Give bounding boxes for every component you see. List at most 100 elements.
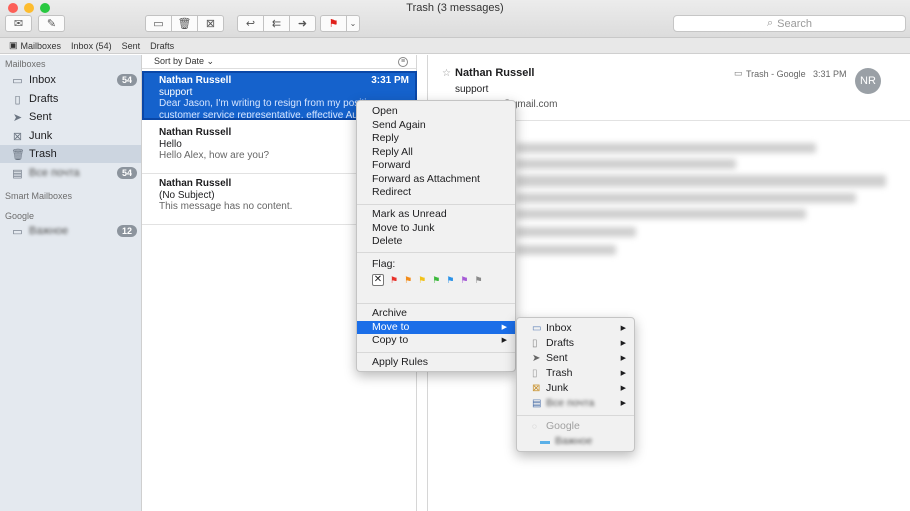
junk-icon: ⊠ <box>12 130 23 143</box>
reader-subject: support <box>455 84 489 95</box>
submenu-arrow-icon: ▶ <box>620 355 626 362</box>
favorites-mailboxes-label: Mailboxes <box>20 40 62 51</box>
sidebar: Mailboxes ▭ Inbox 54 ▯ Drafts ➤ Sent ⊠ J… <box>0 55 142 511</box>
sidebar-section-mailboxes: Mailboxes <box>5 59 46 69</box>
submenu-item-all-mail[interactable]: ▤ Все почта ▶ <box>517 397 634 410</box>
archive-button[interactable]: ▭ <box>145 15 172 32</box>
folder-icon: ▭ <box>734 68 743 78</box>
submenu-item-drafts[interactable]: ▯ Drafts ▶ <box>517 337 634 350</box>
get-mail-button[interactable]: ✉ <box>5 15 32 32</box>
sidebar-item-sent[interactable]: ➤ Sent <box>0 108 141 126</box>
menu-item-mark-unread[interactable]: Mark as Unread <box>357 208 447 221</box>
forward-icon: ➜ <box>297 18 308 30</box>
sidebar-item-trash[interactable]: 🗑 Trash <box>0 145 141 163</box>
compose-button[interactable]: ✎ <box>38 15 65 32</box>
sidebar-section-smart: Smart Mailboxes <box>5 191 73 201</box>
reply-button[interactable]: ↩ <box>237 15 264 32</box>
yellow-flag-icon[interactable]: ⚑ <box>418 275 426 286</box>
menu-item-forward[interactable]: Forward <box>357 159 411 172</box>
avatar: NR <box>855 68 881 94</box>
sent-icon: ➤ <box>532 353 541 364</box>
unread-badge: 54 <box>116 74 137 86</box>
submenu-item-label: Sent <box>546 352 568 364</box>
junk-button[interactable]: ⊠ <box>197 15 224 32</box>
sidebar-item-junk[interactable]: ⊠ Junk <box>0 127 141 145</box>
flag-group: ⚑ ⌄ <box>320 15 360 32</box>
inbox-icon: ▭ <box>12 74 23 87</box>
sidebar-item-label: Junk <box>29 130 53 142</box>
compose-icon: ✎ <box>46 18 57 30</box>
submenu-item-junk[interactable]: ⊠ Junk ▶ <box>517 382 634 395</box>
menu-item-reply[interactable]: Reply <box>357 132 399 145</box>
menu-separator <box>357 252 515 253</box>
submenu-item-label: Junk <box>546 382 569 394</box>
reader-mailbox: Trash - Google <box>746 69 806 79</box>
orange-flag-icon[interactable]: ⚑ <box>404 275 412 286</box>
clear-flag-icon[interactable]: ✕ <box>372 274 384 286</box>
menu-item-open[interactable]: Open <box>357 105 398 118</box>
flag-button[interactable]: ⚑ <box>320 15 347 32</box>
submenu-item-important[interactable]: ▬ Важное <box>517 435 592 448</box>
move-to-submenu: ▭ Inbox ▶ ▯ Drafts ▶ ➤ Sent ▶ ▯ Trash ▶ … <box>516 317 635 452</box>
trash-icon: ▯ <box>532 368 538 379</box>
reader-sender: Nathan Russell <box>455 67 535 79</box>
favorites-sent[interactable]: Sent <box>122 41 141 51</box>
chevron-down-icon: ⌄ <box>349 19 357 28</box>
menu-item-archive[interactable]: Archive <box>357 307 407 320</box>
search-field[interactable]: ⌕ Search <box>673 15 906 32</box>
favorites-drafts[interactable]: Drafts <box>150 41 174 51</box>
menu-item-send-again[interactable]: Send Again <box>357 119 426 132</box>
menu-item-redirect[interactable]: Redirect <box>357 186 411 199</box>
folder-icon: ▭ <box>12 225 23 238</box>
gray-flag-icon[interactable]: ⚑ <box>474 275 482 286</box>
green-flag-icon[interactable]: ⚑ <box>432 275 440 286</box>
reply-all-button[interactable]: ⇇ <box>263 15 290 32</box>
submenu-arrow-icon: ▶ <box>620 400 626 407</box>
red-flag-icon[interactable]: ⚑ <box>390 275 398 286</box>
favorites-mailboxes-button[interactable]: ▣ Mailboxes <box>9 40 61 51</box>
submenu-arrow-icon: ▶ <box>501 324 507 331</box>
trash-button[interactable]: 🗑 <box>171 15 198 32</box>
favorites-inbox[interactable]: Inbox (54) <box>71 41 112 51</box>
menu-item-move-to-junk[interactable]: Move to Junk <box>357 222 434 235</box>
trash-icon: 🗑 <box>11 148 25 161</box>
menu-item-forward-attachment[interactable]: Forward as Attachment <box>357 173 480 186</box>
sidebar-section-google: Google <box>5 211 35 221</box>
purple-flag-icon[interactable]: ⚑ <box>460 275 468 286</box>
sidebar-item-inbox[interactable]: ▭ Inbox 54 <box>0 71 141 89</box>
flag-label: Flag: <box>372 258 396 270</box>
flag-icon: ⚑ <box>328 18 339 30</box>
submenu-arrow-icon: ▶ <box>620 370 626 377</box>
reply-all-icon: ⇇ <box>271 18 282 30</box>
blue-flag-icon[interactable]: ⚑ <box>446 275 454 286</box>
drafts-icon: ▯ <box>532 338 538 349</box>
sidebar-item-all-mail[interactable]: ▤ Все почта 54 <box>0 164 141 182</box>
menu-item-reply-all[interactable]: Reply All <box>357 146 413 159</box>
submenu-item-sent[interactable]: ➤ Sent ▶ <box>517 352 634 365</box>
menu-item-label: Move to <box>372 321 410 333</box>
sidebar-item-important[interactable]: ▭ Важное 12 <box>0 222 141 240</box>
sent-icon: ➤ <box>12 111 23 124</box>
window-title: Trash (3 messages) <box>406 2 504 14</box>
flag-menu-button[interactable]: ⌄ <box>346 15 360 32</box>
submenu-item-label: Drafts <box>546 337 575 349</box>
submenu-item-label: Все почта <box>546 397 595 409</box>
menu-item-apply-rules[interactable]: Apply Rules <box>357 356 428 369</box>
menu-separator <box>357 352 515 353</box>
menu-item-move-to[interactable]: Move to ▶ <box>357 321 515 334</box>
filter-icon[interactable]: ≡ <box>398 57 408 67</box>
menu-item-copy-to[interactable]: Copy to ▶ <box>357 334 515 347</box>
submenu-item-label: Inbox <box>546 322 572 334</box>
star-icon[interactable]: ☆ <box>442 68 451 79</box>
sort-button[interactable]: Sort by Date ⌄ <box>154 56 214 67</box>
menu-item-delete[interactable]: Delete <box>357 235 402 248</box>
unread-badge: 12 <box>116 225 137 237</box>
menu-separator <box>357 303 515 304</box>
submenu-arrow-icon: ▶ <box>620 325 626 332</box>
submenu-item-trash[interactable]: ▯ Trash ▶ <box>517 367 634 380</box>
sidebar-item-drafts[interactable]: ▯ Drafts <box>0 90 141 108</box>
menu-separator <box>357 204 515 205</box>
forward-button[interactable]: ➜ <box>289 15 316 32</box>
submenu-item-label: Важное <box>555 435 593 447</box>
submenu-item-inbox[interactable]: ▭ Inbox ▶ <box>517 322 634 335</box>
